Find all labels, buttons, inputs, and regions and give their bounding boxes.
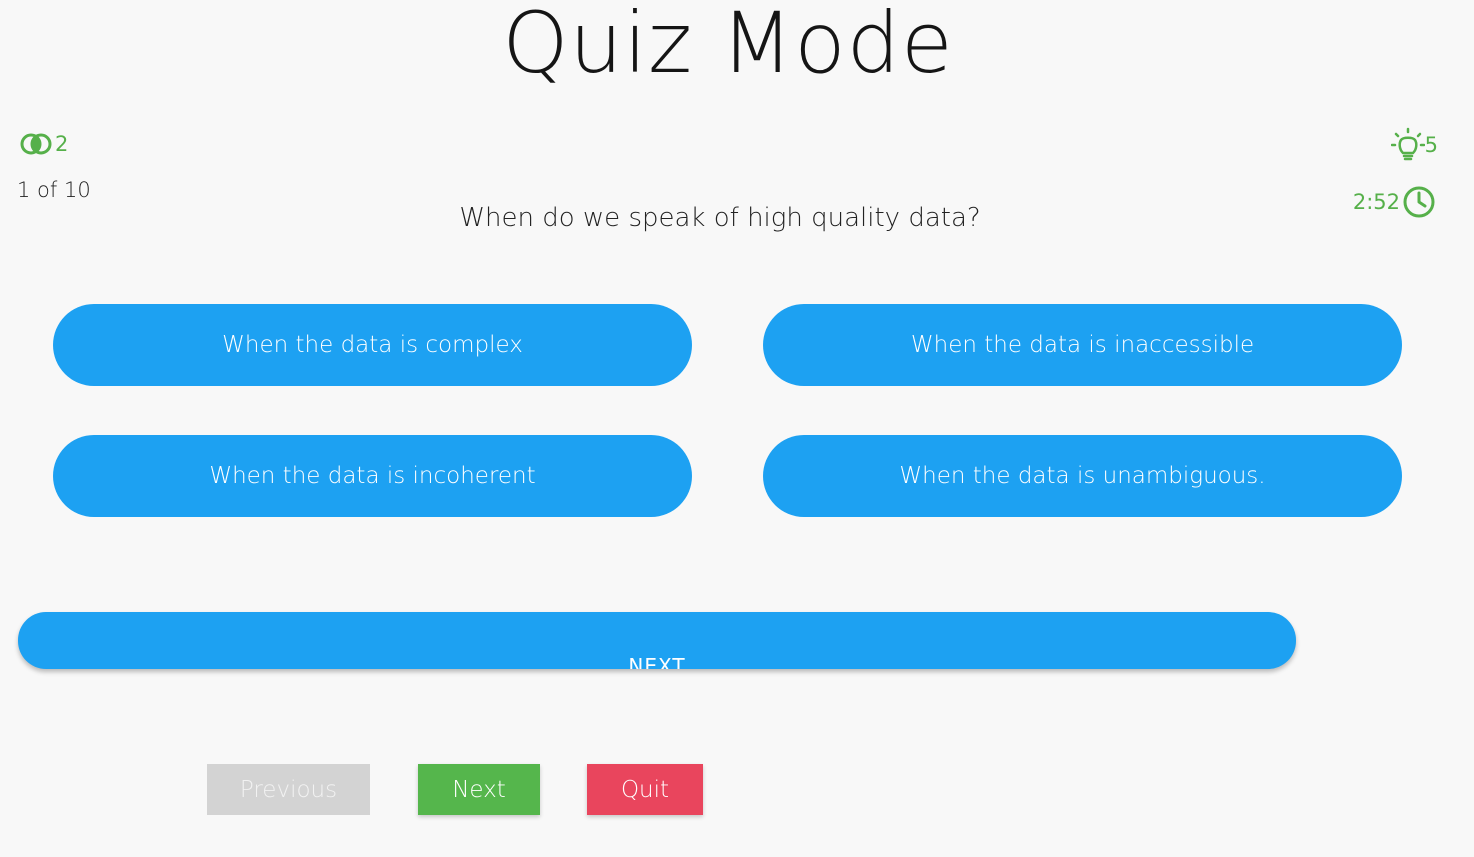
hints-lifeline[interactable]: 5 [1390,127,1438,163]
previous-button[interactable]: Previous [207,764,370,815]
answer-option-label: When the data is incoherent [209,463,536,489]
answer-option-label: When the data is complex [222,332,523,358]
answer-option-2[interactable]: When the data is inaccessible [763,304,1402,386]
question-text: When do we speak of high quality data? [459,203,981,233]
quiz-page: Quiz Mode 2 1 of 10 5 2:52 When do we sp… [0,0,1474,857]
quit-button[interactable]: Quit [587,764,703,815]
answer-option-label: When the data is unambiguous. [899,463,1266,489]
answer-option-1[interactable]: When the data is complex [53,304,692,386]
lightbulb-icon [1390,127,1425,163]
answer-option-4[interactable]: When the data is unambiguous. [763,435,1402,517]
page-title: Quiz Mode [502,0,954,92]
fifty-fifty-lifeline[interactable]: 2 [20,132,68,156]
answer-option-label: When the data is inaccessible [910,332,1255,358]
hints-count: 5 [1424,133,1438,157]
next-button[interactable]: Next [418,764,540,815]
question-counter: 1 of 10 [17,178,91,202]
fifty-fifty-count: 2 [55,132,69,156]
next-bar-button[interactable]: NEXT [18,612,1296,669]
fifty-fifty-icon [20,132,52,156]
answer-option-3[interactable]: When the data is incoherent [53,435,692,517]
next-bar-label: NEXT [628,654,686,669]
